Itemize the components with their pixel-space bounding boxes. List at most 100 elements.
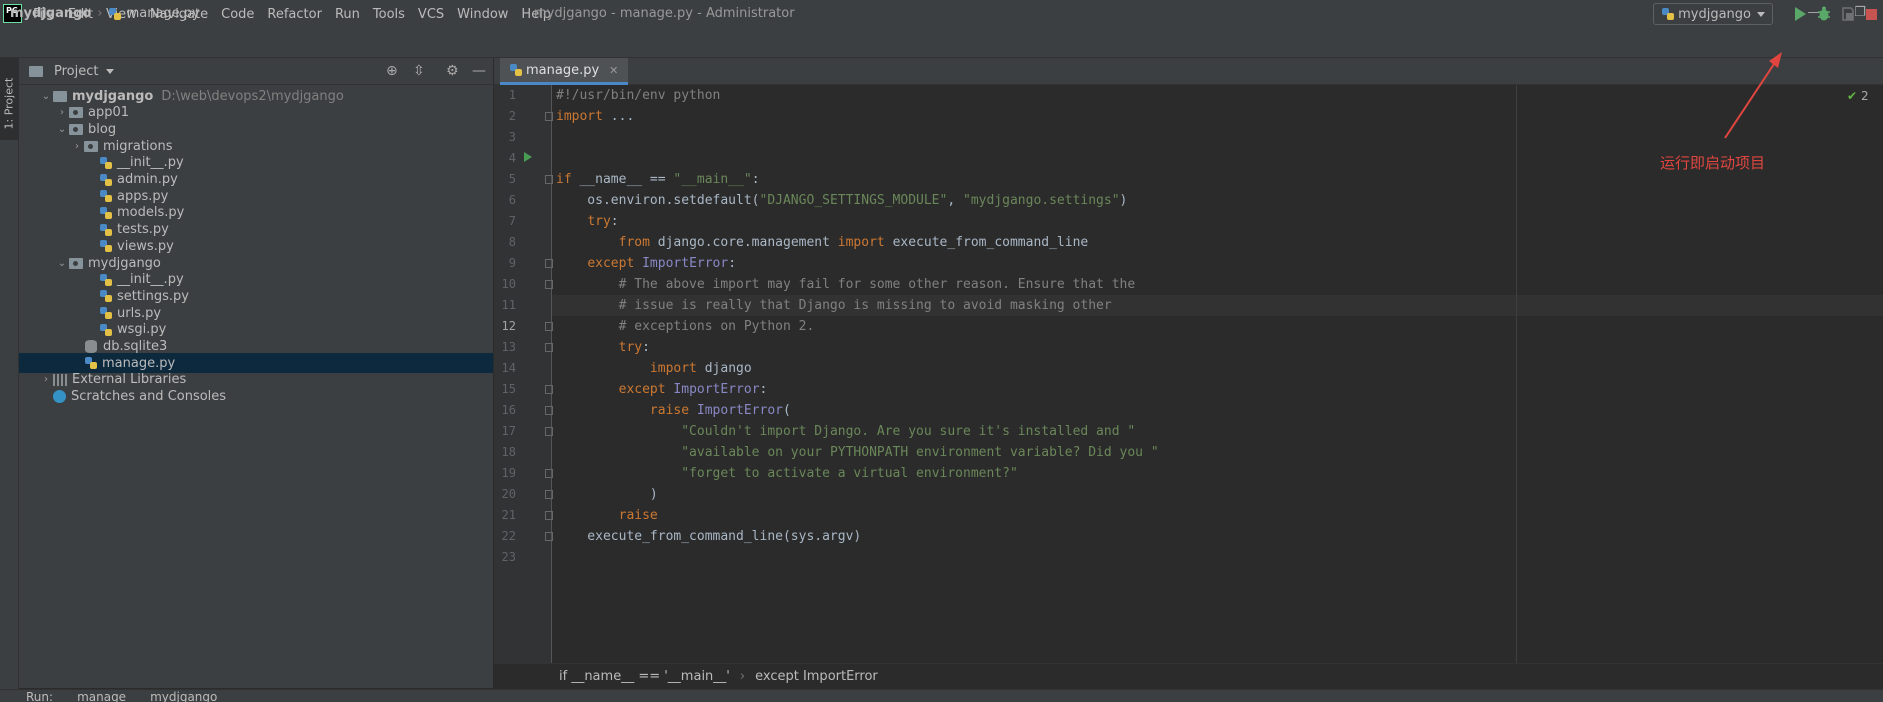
breadcrumb-project[interactable]: mydjgango: [10, 6, 91, 21]
gear-icon[interactable]: ⚙: [446, 63, 459, 79]
breadcrumb-file[interactable]: manage.py: [127, 6, 200, 21]
code-line[interactable]: # issue is really that Django is missing…: [556, 295, 1112, 316]
chevron-down-icon[interactable]: [106, 68, 115, 74]
code-line[interactable]: # exceptions on Python 2.: [556, 316, 815, 337]
line-number: 20: [501, 487, 516, 501]
chevron-down-icon: [1757, 11, 1765, 17]
code-line[interactable]: ): [556, 484, 658, 505]
code-line[interactable]: raise ImportError(: [556, 400, 791, 421]
code-line[interactable]: "available on your PYTHONPATH environmen…: [556, 442, 1158, 463]
fold-marker-icon[interactable]: [545, 322, 553, 331]
line-number: 12: [501, 319, 516, 333]
tree-item-label: settings.py: [117, 288, 189, 304]
line-number: 17: [501, 424, 516, 438]
debug-icon[interactable]: [1817, 6, 1831, 22]
code-line[interactable]: try:: [556, 211, 618, 232]
fold-marker-icon[interactable]: [545, 427, 553, 436]
chevron-right-icon[interactable]: ›: [55, 107, 69, 118]
collapse-all-icon[interactable]: ⇳: [413, 63, 425, 79]
fold-marker-icon[interactable]: [545, 469, 553, 478]
tree-item-label: db.sqlite3: [103, 339, 168, 354]
breadcrumb-separator: ›: [97, 6, 103, 21]
fold-marker-icon[interactable]: [545, 280, 553, 289]
tree-item-label: models.py: [117, 205, 185, 221]
line-number: 23: [501, 550, 516, 564]
fold-marker-icon[interactable]: [545, 112, 553, 121]
run-panel-header: Run: manage mydjgango: [0, 689, 1883, 702]
inspection-check-icon[interactable]: ✔: [1847, 89, 1857, 103]
tab-manage-py[interactable]: manage.py ✕: [500, 58, 629, 85]
menu-run[interactable]: Run: [335, 7, 360, 22]
tab-label: manage.py: [526, 62, 600, 78]
fold-marker-icon[interactable]: [545, 490, 553, 499]
code-line[interactable]: if __name__ == "__main__":: [556, 169, 760, 190]
run-tab-mydjgango[interactable]: mydjgango: [150, 690, 217, 702]
fold-marker-icon[interactable]: [545, 511, 553, 520]
code-breadcrumb-item[interactable]: if __name__ == '__main__': [559, 669, 730, 684]
menu-refactor[interactable]: Refactor: [267, 7, 322, 22]
tree-item-label: wsgi.py: [117, 322, 167, 338]
fold-marker-icon[interactable]: [545, 175, 553, 184]
python-file-icon: [99, 273, 113, 287]
code-line[interactable]: import django: [556, 358, 752, 379]
menu-code[interactable]: Code: [221, 7, 254, 22]
code-line[interactable]: "Couldn't import Django. Are you sure it…: [556, 421, 1135, 442]
line-number: 11: [501, 298, 516, 312]
run-gutter-icon[interactable]: [524, 152, 532, 162]
tree-item-label: app01: [88, 105, 130, 121]
line-number: 21: [501, 508, 516, 522]
hide-panel-icon[interactable]: —: [472, 63, 486, 79]
tree-item-label: __init__.py: [117, 155, 184, 171]
chevron-right-icon[interactable]: ›: [39, 374, 53, 385]
navigation-bar: [0, 28, 1883, 58]
run-tab-manage[interactable]: manage: [77, 690, 126, 702]
tree-item[interactable]: Scratches and Consoles: [19, 387, 493, 407]
line-number: 14: [501, 361, 516, 375]
run-configuration-dropdown[interactable]: mydjgango: [1653, 3, 1773, 25]
chevron-down-icon[interactable]: ⌄: [39, 91, 53, 102]
code-line[interactable]: execute_from_command_line(sys.argv): [556, 526, 861, 547]
code-breadcrumb-item[interactable]: except ImportError: [755, 669, 878, 684]
gutter-divider: [551, 85, 552, 663]
line-number: 16: [501, 403, 516, 417]
code-line[interactable]: "forget to activate a virtual environmen…: [556, 463, 1018, 484]
stop-icon[interactable]: [1866, 9, 1877, 20]
code-line[interactable]: # The above import may fail for some oth…: [556, 274, 1136, 295]
folder-icon: [69, 107, 83, 119]
code-line[interactable]: except ImportError:: [556, 379, 768, 400]
menu-window[interactable]: Window: [457, 7, 508, 22]
line-number: 8: [508, 235, 516, 249]
menu-tools[interactable]: Tools: [373, 7, 405, 22]
code-line[interactable]: raise: [556, 505, 658, 526]
run-icon[interactable]: [1795, 7, 1806, 21]
folder-icon: [69, 257, 83, 269]
database-icon: [85, 340, 97, 353]
project-tool-tab-label: 1: Project: [2, 77, 16, 130]
code-line[interactable]: #!/usr/bin/env python: [556, 85, 720, 106]
fold-marker-icon[interactable]: [545, 343, 553, 352]
chevron-down-icon[interactable]: ⌄: [55, 124, 69, 135]
code-line[interactable]: except ImportError:: [556, 253, 736, 274]
window-title: mydjgango - manage.py - Administrator: [534, 6, 795, 21]
fold-marker-icon[interactable]: [545, 259, 553, 268]
folder-icon: [69, 123, 83, 135]
code-line[interactable]: from django.core.management import execu…: [556, 232, 1089, 253]
line-number: 10: [501, 277, 516, 291]
line-number: 19: [501, 466, 516, 480]
close-icon[interactable]: ✕: [609, 64, 618, 77]
code-line[interactable]: try:: [556, 337, 650, 358]
menu-vcs[interactable]: VCS: [418, 7, 444, 22]
fold-marker-icon[interactable]: [545, 532, 553, 541]
line-number: 4: [508, 151, 516, 165]
code-line[interactable]: os.environ.setdefault("DJANGO_SETTINGS_M…: [556, 190, 1127, 211]
chevron-right-icon[interactable]: ›: [70, 141, 84, 152]
run-with-coverage-icon[interactable]: [1841, 6, 1855, 22]
code-line[interactable]: import ...: [556, 106, 634, 127]
project-view-selector[interactable]: Project: [54, 64, 98, 79]
chevron-down-icon[interactable]: ⌄: [55, 258, 69, 269]
tree-item-label: mydjgango: [72, 88, 154, 104]
folder-icon: [84, 140, 98, 152]
fold-marker-icon[interactable]: [545, 385, 553, 394]
fold-marker-icon[interactable]: [545, 406, 553, 415]
locate-file-icon[interactable]: ⊕: [386, 63, 398, 79]
